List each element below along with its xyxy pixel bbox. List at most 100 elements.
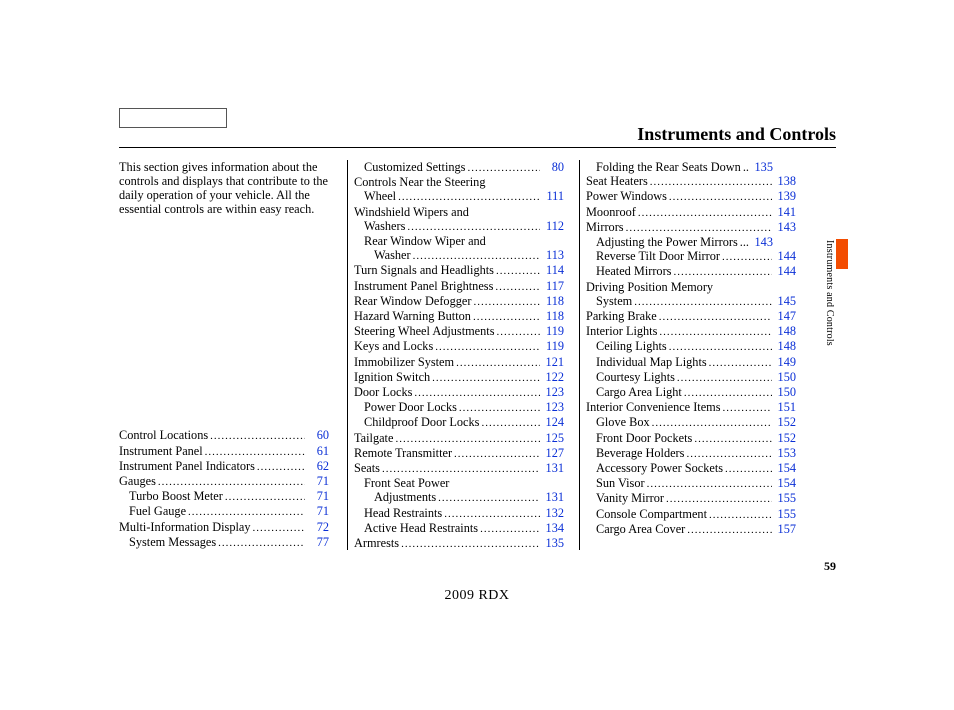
toc-page-link[interactable]: 138 bbox=[774, 174, 796, 188]
toc-page-link[interactable]: 149 bbox=[774, 355, 796, 369]
toc-page-link[interactable]: 113 bbox=[542, 248, 564, 262]
toc-entry[interactable]: Head Restraints132 bbox=[354, 506, 564, 521]
toc-page-link[interactable]: 114 bbox=[542, 263, 564, 277]
toc-page-link[interactable]: 127 bbox=[542, 446, 564, 460]
toc-entry[interactable]: Individual Map Lights149 bbox=[586, 355, 796, 370]
toc-entry[interactable]: Folding the Rear Seats Down .. 135 bbox=[586, 160, 796, 174]
toc-page-link[interactable]: 123 bbox=[542, 400, 564, 414]
toc-entry[interactable]: Multi-Information Display72 bbox=[119, 520, 329, 535]
toc-page-link[interactable]: 118 bbox=[542, 309, 564, 323]
toc-entry[interactable]: Glove Box152 bbox=[586, 415, 796, 430]
toc-page-link[interactable]: 118 bbox=[542, 294, 564, 308]
toc-page-link[interactable]: 122 bbox=[542, 370, 564, 384]
toc-entry[interactable]: Keys and Locks119 bbox=[354, 339, 564, 354]
toc-entry[interactable]: Active Head Restraints134 bbox=[354, 521, 564, 536]
toc-entry[interactable]: Washers112 bbox=[354, 219, 564, 234]
toc-entry[interactable]: Childproof Door Locks124 bbox=[354, 415, 564, 430]
toc-page-link[interactable]: 119 bbox=[542, 324, 564, 338]
toc-entry[interactable]: Vanity Mirror155 bbox=[586, 491, 796, 506]
toc-entry[interactable]: Instrument Panel Brightness117 bbox=[354, 279, 564, 294]
toc-page-link[interactable]: 151 bbox=[774, 400, 796, 414]
toc-page-link[interactable]: 62 bbox=[307, 459, 329, 473]
toc-entry[interactable]: Ignition Switch122 bbox=[354, 370, 564, 385]
toc-page-link[interactable]: 135 bbox=[751, 160, 773, 174]
toc-entry[interactable]: Instrument Panel Indicators62 bbox=[119, 459, 329, 474]
toc-page-link[interactable]: 157 bbox=[774, 522, 796, 536]
toc-entry[interactable]: Fuel Gauge71 bbox=[119, 504, 329, 519]
toc-entry[interactable]: Hazard Warning Button118 bbox=[354, 309, 564, 324]
toc-page-link[interactable]: 152 bbox=[774, 431, 796, 445]
main-menu-button[interactable] bbox=[119, 108, 227, 128]
toc-page-link[interactable]: 145 bbox=[774, 294, 796, 308]
toc-entry[interactable]: Immobilizer System121 bbox=[354, 355, 564, 370]
toc-entry[interactable]: Mirrors143 bbox=[586, 220, 796, 235]
toc-page-link[interactable]: 144 bbox=[774, 249, 796, 263]
toc-page-link[interactable]: 123 bbox=[542, 385, 564, 399]
toc-entry[interactable]: Adjustments131 bbox=[354, 490, 564, 505]
toc-entry[interactable]: Turbo Boost Meter71 bbox=[119, 489, 329, 504]
toc-entry[interactable]: Cargo Area Cover157 bbox=[586, 522, 796, 537]
toc-entry[interactable]: Seats131 bbox=[354, 461, 564, 476]
toc-page-link[interactable]: 117 bbox=[542, 279, 564, 293]
toc-page-link[interactable]: 155 bbox=[774, 507, 796, 521]
toc-entry[interactable]: Remote Transmitter127 bbox=[354, 446, 564, 461]
toc-entry[interactable]: Steering Wheel Adjustments119 bbox=[354, 324, 564, 339]
toc-page-link[interactable]: 154 bbox=[774, 476, 796, 490]
toc-entry[interactable]: Cargo Area Light150 bbox=[586, 385, 796, 400]
toc-page-link[interactable]: 155 bbox=[774, 491, 796, 505]
toc-page-link[interactable]: 77 bbox=[307, 535, 329, 549]
toc-page-link[interactable]: 143 bbox=[751, 235, 773, 249]
toc-entry[interactable]: Power Windows139 bbox=[586, 189, 796, 204]
toc-page-link[interactable]: 131 bbox=[542, 490, 564, 504]
toc-entry[interactable]: Parking Brake147 bbox=[586, 309, 796, 324]
toc-page-link[interactable]: 119 bbox=[542, 339, 564, 353]
toc-page-link[interactable]: 148 bbox=[774, 324, 796, 338]
toc-entry[interactable]: Sun Visor154 bbox=[586, 476, 796, 491]
toc-page-link[interactable]: 121 bbox=[542, 355, 564, 369]
toc-page-link[interactable]: 61 bbox=[307, 444, 329, 458]
toc-entry[interactable]: Wheel111 bbox=[354, 189, 564, 204]
toc-page-link[interactable]: 112 bbox=[542, 219, 564, 233]
toc-page-link[interactable]: 134 bbox=[542, 521, 564, 535]
toc-page-link[interactable]: 147 bbox=[774, 309, 796, 323]
toc-entry[interactable]: System145 bbox=[586, 294, 796, 309]
toc-entry[interactable]: Instrument Panel61 bbox=[119, 444, 329, 459]
toc-page-link[interactable]: 131 bbox=[542, 461, 564, 475]
toc-page-link[interactable]: 71 bbox=[307, 489, 329, 503]
toc-page-link[interactable]: 141 bbox=[774, 205, 796, 219]
toc-page-link[interactable]: 124 bbox=[542, 415, 564, 429]
toc-page-link[interactable]: 71 bbox=[307, 474, 329, 488]
toc-entry[interactable]: Moonroof141 bbox=[586, 205, 796, 220]
toc-page-link[interactable]: 125 bbox=[542, 431, 564, 445]
toc-entry[interactable]: Armrests135 bbox=[354, 536, 564, 551]
toc-page-link[interactable]: 135 bbox=[542, 536, 564, 550]
toc-page-link[interactable]: 148 bbox=[774, 339, 796, 353]
toc-page-link[interactable]: 71 bbox=[307, 504, 329, 518]
toc-entry[interactable]: Seat Heaters138 bbox=[586, 174, 796, 189]
toc-entry[interactable]: Turn Signals and Headlights114 bbox=[354, 263, 564, 278]
toc-entry[interactable]: Reverse Tilt Door Mirror144 bbox=[586, 249, 796, 264]
toc-entry[interactable]: Control Locations60 bbox=[119, 428, 329, 443]
toc-page-link[interactable]: 144 bbox=[774, 264, 796, 278]
toc-page-link[interactable]: 143 bbox=[774, 220, 796, 234]
toc-entry[interactable]: Washer113 bbox=[354, 248, 564, 263]
toc-page-link[interactable]: 72 bbox=[307, 520, 329, 534]
toc-entry[interactable]: System Messages77 bbox=[119, 535, 329, 550]
toc-entry[interactable]: Beverage Holders153 bbox=[586, 446, 796, 461]
toc-entry[interactable]: Console Compartment155 bbox=[586, 507, 796, 522]
toc-entry[interactable]: Door Locks123 bbox=[354, 385, 564, 400]
toc-page-link[interactable]: 153 bbox=[774, 446, 796, 460]
toc-page-link[interactable]: 80 bbox=[542, 160, 564, 174]
toc-entry[interactable]: Heated Mirrors144 bbox=[586, 264, 796, 279]
toc-page-link[interactable]: 132 bbox=[542, 506, 564, 520]
toc-page-link[interactable]: 139 bbox=[774, 189, 796, 203]
toc-entry[interactable]: Adjusting the Power Mirrors ... 143 bbox=[586, 235, 796, 249]
toc-page-link[interactable]: 150 bbox=[774, 370, 796, 384]
toc-entry[interactable]: Ceiling Lights148 bbox=[586, 339, 796, 354]
toc-page-link[interactable]: 111 bbox=[542, 189, 564, 203]
toc-entry[interactable]: Courtesy Lights150 bbox=[586, 370, 796, 385]
toc-entry[interactable]: Gauges71 bbox=[119, 474, 329, 489]
toc-entry[interactable]: Power Door Locks123 bbox=[354, 400, 564, 415]
toc-page-link[interactable]: 60 bbox=[307, 428, 329, 442]
toc-entry[interactable]: Tailgate125 bbox=[354, 431, 564, 446]
